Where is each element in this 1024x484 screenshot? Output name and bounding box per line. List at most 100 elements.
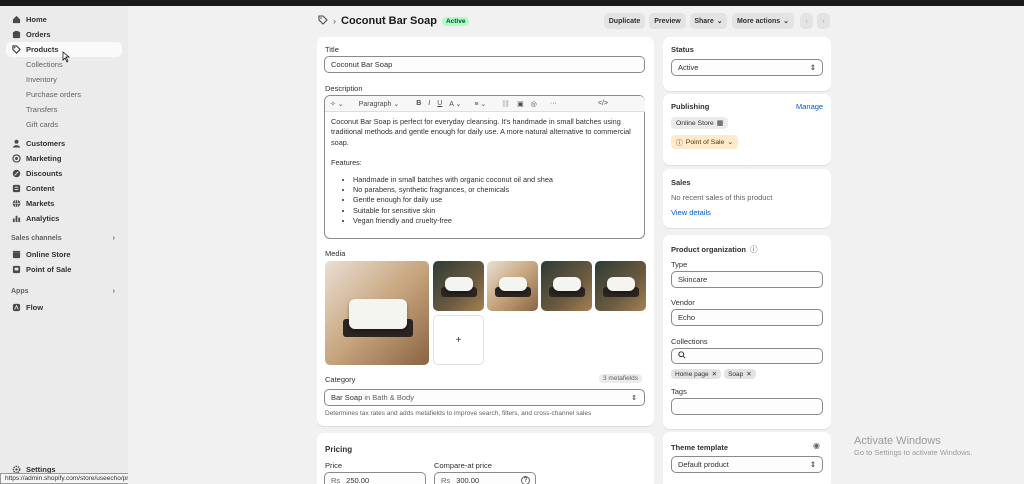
share-button[interactable]: Share ⌄ bbox=[690, 13, 727, 29]
status-select[interactable]: Active ⇕ bbox=[671, 59, 823, 76]
theme-template-select[interactable]: Default product ⇕ bbox=[671, 456, 823, 473]
sidebar-item-marketing[interactable]: Marketing bbox=[6, 151, 122, 166]
bold-icon[interactable]: B bbox=[416, 100, 421, 107]
title-input[interactable]: Coconut Bar Soap bbox=[324, 56, 645, 73]
paragraph-select[interactable]: Paragraph ⌄ bbox=[359, 100, 400, 108]
sidebar-item-customers[interactable]: Customers bbox=[6, 136, 122, 151]
align-icon[interactable]: ≡ ⌄ bbox=[474, 100, 486, 108]
chevron-right-icon: › bbox=[112, 288, 115, 295]
select-arrows-icon: ⇕ bbox=[809, 460, 816, 469]
title-label: Title bbox=[325, 45, 339, 54]
category-select[interactable]: Bar Soap in Bath & Body ⇕ bbox=[324, 389, 645, 406]
home-icon bbox=[12, 15, 21, 24]
theme-heading: Theme template bbox=[671, 443, 729, 452]
preview-button[interactable]: Preview bbox=[649, 13, 686, 29]
point-of-sale-chip[interactable]: ⓘ Point of Sale ⌄ bbox=[671, 135, 739, 149]
sidebar-item-label: Analytics bbox=[26, 214, 60, 223]
help-icon[interactable]: ? bbox=[521, 476, 530, 484]
editor-content: Coconut Bar Soap is perfect for everyday… bbox=[331, 117, 631, 227]
media-thumbnail[interactable] bbox=[595, 261, 646, 311]
add-media-button[interactable]: + bbox=[433, 315, 484, 365]
sidebar-item-analytics[interactable]: Analytics bbox=[6, 211, 122, 226]
sidebar: Home Orders Products Collections Invento… bbox=[0, 6, 128, 484]
sidebar-sub-transfers[interactable]: Transfers bbox=[26, 103, 57, 116]
duplicate-button[interactable]: Duplicate bbox=[604, 13, 645, 29]
online-store-chip[interactable]: Online Store ▦ bbox=[671, 117, 729, 129]
collections-label: Collections bbox=[671, 337, 708, 346]
description-intro: Coconut Bar Soap is perfect for everyday… bbox=[331, 117, 631, 147]
discount-icon bbox=[12, 169, 21, 178]
info-icon[interactable]: ⓘ bbox=[750, 244, 758, 255]
plus-icon: + bbox=[455, 334, 462, 346]
sales-card: Sales No recent sales of this product Vi… bbox=[663, 169, 831, 228]
sidebar-item-label: Orders bbox=[26, 30, 51, 39]
bar-chart-icon bbox=[12, 214, 21, 223]
globe-icon bbox=[12, 199, 21, 208]
sidebar-sub-collections[interactable]: Collections bbox=[26, 58, 63, 71]
compare-price-label: Compare-at price bbox=[434, 461, 492, 470]
compare-price-input[interactable]: Rs 300.00 ? bbox=[434, 472, 536, 484]
pos-icon bbox=[12, 265, 21, 274]
link-icon[interactable]: ⛓ bbox=[501, 100, 510, 108]
tags-label: Tags bbox=[671, 387, 687, 396]
status-value: Active bbox=[678, 63, 699, 72]
underline-icon[interactable]: U bbox=[437, 100, 442, 107]
status-badge: Active bbox=[441, 16, 470, 26]
media-thumbnail[interactable] bbox=[433, 261, 484, 311]
sidebar-item-label: Marketing bbox=[26, 154, 62, 163]
sidebar-item-discounts[interactable]: Discounts bbox=[6, 166, 122, 181]
previous-product-button[interactable]: ‹ bbox=[800, 13, 813, 29]
sidebar-item-point-of-sale[interactable]: Point of Sale bbox=[6, 262, 122, 277]
italic-icon[interactable]: I bbox=[428, 100, 430, 107]
sidebar-item-online-store[interactable]: Online Store bbox=[6, 247, 122, 262]
close-icon[interactable]: ✕ bbox=[746, 370, 751, 378]
sidebar-item-orders[interactable]: Orders bbox=[6, 27, 122, 42]
sidebar-sub-gift-cards[interactable]: Gift cards bbox=[26, 118, 58, 131]
media-thumbnail[interactable] bbox=[541, 261, 592, 311]
sales-channels-label: Sales channels bbox=[11, 235, 62, 242]
sidebar-item-label: Online Store bbox=[26, 250, 71, 259]
media-thumbnail[interactable] bbox=[487, 261, 538, 311]
collections-search-input[interactable] bbox=[671, 348, 823, 364]
close-icon[interactable]: ✕ bbox=[712, 370, 717, 378]
next-product-button[interactable]: › bbox=[817, 13, 830, 29]
share-label: Share bbox=[694, 17, 714, 25]
video-icon[interactable]: ◎ bbox=[531, 100, 537, 108]
sales-channels-section[interactable]: Sales channels › bbox=[11, 235, 115, 242]
sidebar-item-home[interactable]: Home bbox=[6, 12, 122, 27]
store-icon bbox=[12, 250, 21, 259]
sidebar-item-content[interactable]: Content bbox=[6, 181, 122, 196]
collection-tags: Home page ✕ Soap ✕ bbox=[671, 369, 759, 379]
apps-section[interactable]: Apps › bbox=[11, 288, 115, 295]
page-header: › Coconut Bar Soap Active bbox=[318, 15, 470, 27]
compare-price-value: 300.00 bbox=[456, 476, 480, 484]
sidebar-item-label: Products bbox=[26, 45, 59, 54]
currency-label: Rs bbox=[331, 476, 341, 484]
point-of-sale-label: Point of Sale bbox=[685, 138, 725, 146]
price-input[interactable]: Rs 250.00 bbox=[324, 472, 426, 484]
search-icon bbox=[678, 351, 686, 361]
sidebar-item-markets[interactable]: Markets bbox=[6, 196, 122, 211]
sidebar-sub-inventory[interactable]: Inventory bbox=[26, 73, 57, 86]
manage-link[interactable]: Manage bbox=[796, 102, 823, 111]
metafields-badge[interactable]: 3 metafields bbox=[599, 374, 643, 383]
sales-text: No recent sales of this product bbox=[671, 193, 773, 202]
more-options-icon[interactable]: ··· bbox=[550, 100, 557, 107]
organization-heading-text: Product organization bbox=[671, 245, 746, 254]
calendar-icon: ▦ bbox=[716, 120, 724, 127]
vendor-input[interactable]: Echo bbox=[671, 309, 823, 326]
eye-icon[interactable]: ◉ bbox=[813, 441, 820, 450]
ai-magic-icon[interactable]: ✧ ⌄ bbox=[330, 100, 344, 108]
image-icon[interactable]: ▣ bbox=[517, 100, 524, 108]
tags-input[interactable] bbox=[671, 398, 823, 415]
code-view-icon[interactable]: </> bbox=[598, 100, 608, 107]
type-input[interactable]: Skincare bbox=[671, 271, 823, 288]
sidebar-sub-purchase-orders[interactable]: Purchase orders bbox=[26, 88, 81, 101]
media-main-image[interactable] bbox=[325, 261, 429, 365]
status-heading: Status bbox=[671, 45, 694, 54]
sidebar-item-flow[interactable]: Flow bbox=[6, 300, 122, 315]
more-actions-button[interactable]: More actions ⌄ bbox=[732, 13, 794, 29]
view-details-link[interactable]: View details bbox=[671, 208, 711, 217]
description-editor[interactable]: ✧ ⌄ Paragraph ⌄ B I U A ⌄ ≡ ⌄ ⛓ ▣ ◎ ··· … bbox=[324, 95, 645, 239]
text-color-icon[interactable]: A ⌄ bbox=[449, 100, 461, 108]
